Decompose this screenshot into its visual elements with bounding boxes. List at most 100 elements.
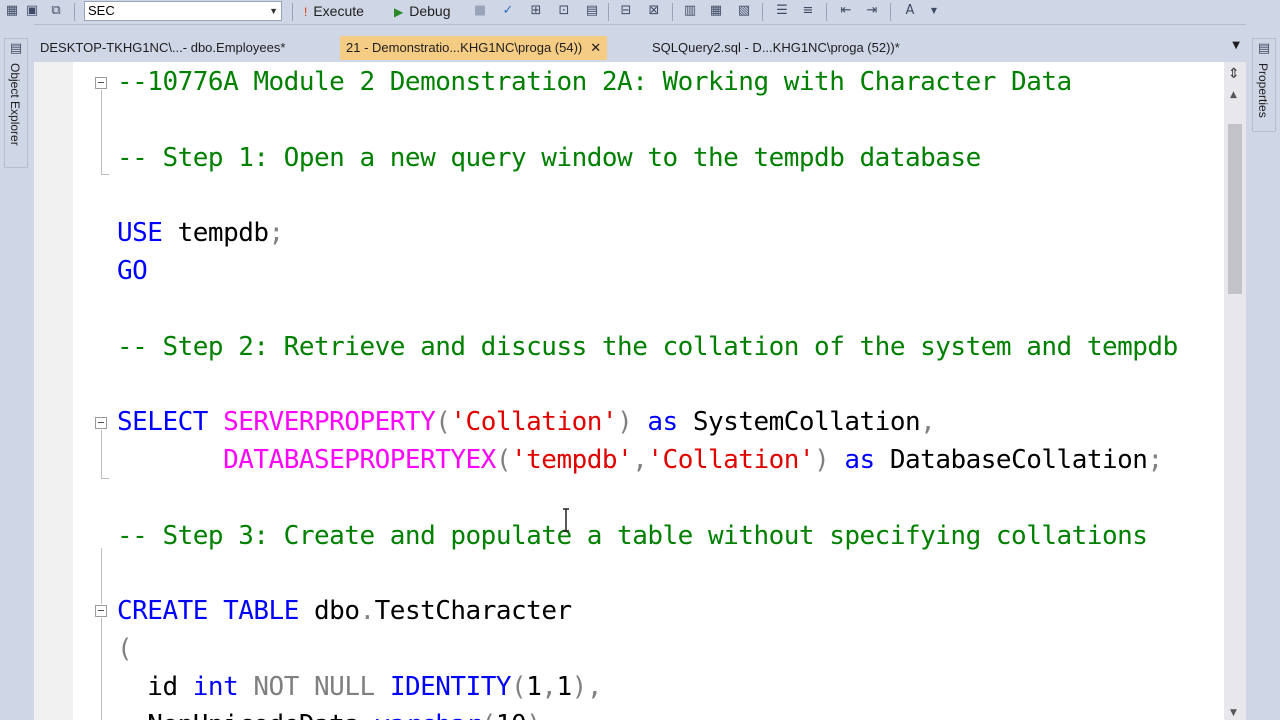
collapse-region-icon[interactable]: [95, 77, 107, 89]
code-token: SystemCollation: [677, 407, 921, 438]
cancel-query-icon[interactable]: ■: [472, 3, 488, 19]
splitter-icon[interactable]: ⇕: [1228, 66, 1240, 82]
code-line[interactable]: GO: [117, 256, 148, 286]
code-token: ): [526, 710, 542, 720]
close-icon[interactable]: ✕: [590, 40, 601, 55]
code-line[interactable]: USE tempdb;: [117, 218, 284, 248]
code-token: NOT: [253, 671, 299, 702]
tab-demonstration[interactable]: 21 - Demonstratio...KHG1NC\proga (54)) ✕: [340, 36, 608, 60]
uncomment-lines-icon[interactable]: ≡: [800, 3, 816, 19]
tab-label: DESKTOP-TKHG1NC\...- dbo.Employees*: [40, 40, 286, 55]
code-line[interactable]: CREATE TABLE dbo.TestCharacter: [117, 596, 572, 626]
intellisense-icon[interactable]: ⊟: [618, 3, 634, 19]
execute-label: Execute: [313, 3, 364, 19]
code-token: (: [511, 671, 527, 702]
code-token: varchar: [375, 710, 482, 720]
vertical-scrollbar[interactable]: ⇕ ▲ ▼: [1224, 62, 1246, 720]
code-line[interactable]: -- Step 2: Retrieve and discuss the coll…: [117, 332, 1178, 362]
execute-button[interactable]: ! Execute: [304, 0, 364, 22]
code-token: IDENTITY: [389, 671, 512, 702]
toolbar-separator: [672, 3, 673, 21]
code-token: -- Step 2: Retrieve and discuss the coll…: [117, 331, 1178, 362]
query-editor[interactable]: --10776A Module 2 Demonstration 2A: Work…: [34, 62, 1224, 720]
code-line[interactable]: SELECT SERVERPROPERTY('Collation') as Sy…: [117, 407, 936, 438]
object-explorer-label: Object Explorer: [8, 63, 22, 146]
debug-window-icon[interactable]: ▣: [24, 3, 40, 19]
code-token: (: [495, 445, 512, 475]
increase-indent-icon[interactable]: ⇥: [864, 3, 880, 19]
code-line[interactable]: NonUnicodeData varchar(10): [117, 710, 542, 720]
tab-list-dropdown-icon[interactable]: ▼: [1232, 40, 1240, 51]
results-to-grid-icon[interactable]: ▦: [708, 3, 724, 19]
outline-guide-end: [101, 174, 109, 175]
code-token: 1: [556, 671, 573, 702]
code-token: SERVERPROPERTY: [223, 407, 436, 438]
query-designer-icon[interactable]: ⊡: [556, 3, 572, 19]
toolbar-separator: [74, 3, 75, 21]
pin-icon: ▤: [9, 41, 23, 56]
code-token: DATABASEPROPERTYEX: [223, 445, 496, 475]
execute-icon: !: [304, 5, 308, 19]
display-plan-icon[interactable]: ⊞: [528, 3, 544, 19]
results-to-text-icon[interactable]: ▥: [682, 3, 698, 19]
object-explorer-tab[interactable]: ▤ Object Explorer: [4, 38, 28, 168]
collapse-region-icon[interactable]: [95, 417, 107, 429]
debug-label: Debug: [409, 3, 451, 19]
properties-tab[interactable]: ▤ Properties: [1252, 38, 1276, 132]
toolbar-separator: [608, 3, 609, 21]
query-options-icon[interactable]: ▤: [584, 3, 600, 19]
code-token: NonUnicodeData: [117, 710, 375, 720]
code-token: --10776A Module 2 Demonstration 2A: Work…: [117, 67, 1072, 97]
code-token: id: [117, 671, 193, 702]
tab-label: SQLQuery2.sql - D...KHG1NC\proga (52))*: [652, 40, 900, 55]
outline-guide-end: [101, 478, 109, 479]
code-line[interactable]: --10776A Module 2 Demonstration 2A: Work…: [117, 67, 1072, 97]
code-token: .: [359, 596, 375, 627]
parse-checkmark-icon[interactable]: ✓: [500, 3, 516, 19]
change-connection-icon[interactable]: ⧉: [48, 3, 64, 19]
collapse-region-icon[interactable]: [95, 605, 107, 617]
code-token: ),: [571, 671, 603, 702]
toolbar-separator: [890, 3, 891, 21]
toolbar-separator: [762, 3, 763, 21]
code-line[interactable]: (: [117, 634, 133, 664]
outline-guide: [101, 90, 102, 174]
code-line[interactable]: DATABASEPROPERTYEX('tempdb','Collation')…: [117, 445, 1163, 475]
toolbar-overflow-icon[interactable]: ▼: [926, 3, 942, 19]
code-token: -- Step 3: Create and populate a table w…: [117, 520, 1148, 551]
debug-button[interactable]: ▶ Debug: [394, 0, 451, 22]
decrease-indent-icon[interactable]: ⇤: [838, 3, 854, 19]
scroll-down-icon[interactable]: ▼: [1230, 708, 1237, 718]
include-plan-icon[interactable]: ⊠: [646, 3, 662, 19]
scroll-up-icon[interactable]: ▲: [1230, 90, 1237, 100]
code-token: ): [617, 407, 633, 438]
code-line[interactable]: id int NOT NULL IDENTITY(1,1),: [117, 672, 602, 702]
code-line[interactable]: -- Step 3: Create and populate a table w…: [117, 520, 1148, 551]
play-icon: ▶: [394, 5, 404, 19]
code-token: SELECT: [117, 407, 208, 438]
code-token: -- Step 1: Open a new query window to th…: [117, 142, 981, 173]
code-token: as: [647, 407, 678, 438]
code-line[interactable]: -- Step 1: Open a new query window to th…: [117, 143, 981, 173]
scrollbar-thumb[interactable]: [1228, 124, 1242, 294]
code-token: (: [481, 710, 497, 720]
code-token: tempdb: [162, 218, 269, 249]
comment-lines-icon[interactable]: ☰: [774, 3, 790, 19]
code-token: int: [192, 671, 239, 702]
code-token: NULL: [314, 671, 375, 702]
code-token: USE: [117, 218, 163, 249]
specify-values-icon[interactable]: A: [902, 3, 918, 19]
results-grid-icon[interactable]: ▦: [4, 3, 20, 19]
code-token: dbo: [298, 596, 360, 627]
toolbar-separator: [826, 3, 827, 21]
results-to-file-icon[interactable]: ▧: [736, 3, 752, 19]
tab-employees[interactable]: DESKTOP-TKHG1NC\...- dbo.Employees*: [40, 36, 340, 60]
available-databases-dropdown[interactable]: SEC ▼: [84, 1, 282, 21]
tab-sqlquery2[interactable]: SQLQuery2.sql - D...KHG1NC\proga (52))*: [652, 36, 952, 60]
chevron-down-icon: ▼: [269, 6, 278, 16]
